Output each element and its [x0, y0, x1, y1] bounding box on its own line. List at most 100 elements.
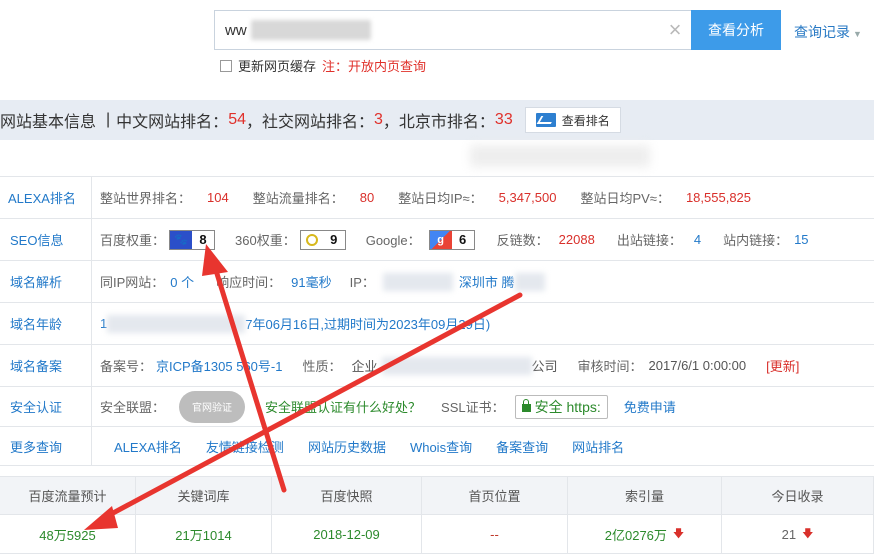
- world-rank-value: 104: [207, 190, 229, 205]
- stats-header-row: 百度流量预计 关键词库 百度快照 首页位置 索引量 今日收录: [0, 476, 874, 514]
- security-row: 安全认证 安全联盟： 官网验证 安全联盟认证有什么好处？ SSL证书： 安全 h…: [0, 386, 874, 426]
- security-label[interactable]: 安全认证: [0, 387, 92, 426]
- snapshot-date-value: 2018-12-09: [272, 515, 422, 553]
- history-label: 查询记录: [794, 24, 850, 40]
- stats-header: 关键词库: [136, 477, 272, 514]
- audit-time-value: 2017/6/1 0:00:00: [648, 358, 747, 373]
- icp-number-value[interactable]: 京ICP备1305 560号-1: [156, 356, 282, 375]
- history-dropdown[interactable]: 查询记录 ▼: [794, 22, 862, 42]
- ssl-text: 安全 https:: [534, 398, 601, 415]
- more-link-whois[interactable]: Whois查询: [410, 437, 472, 456]
- stats-header: 首页位置: [422, 477, 568, 514]
- same-ip-value[interactable]: 0 个: [170, 272, 194, 291]
- homepage-position-value: --: [422, 515, 568, 553]
- traffic-rank-key: 整站流量排名：: [252, 191, 344, 206]
- icp-type-value: 企业: [351, 359, 378, 374]
- dns-row: 域名解析 同IP网站： 0 个 响应时间： 91毫秒 IP： 深圳市 腾: [0, 260, 874, 302]
- redacted-ip: [382, 272, 453, 291]
- baidu-weight-key: 百度权重：: [100, 233, 166, 248]
- daily-ip-key: 整站日均IP≈：: [398, 191, 483, 206]
- redacted-strip: [470, 145, 650, 167]
- ssl-key: SSL证书：: [441, 400, 505, 415]
- response-time-value: 91毫秒: [291, 275, 332, 290]
- union-benefit-link[interactable]: 安全联盟认证有什么好处？: [265, 397, 421, 416]
- cache-checkbox[interactable]: [220, 59, 232, 72]
- paw-icon: 🐾: [170, 230, 193, 249]
- google-badge[interactable]: g6: [428, 229, 475, 250]
- icp-row: 域名备案 备案号： 京ICP备1305 560号-1 性质： 企业 公司 审核时…: [0, 344, 874, 386]
- search-box[interactable]: ×: [214, 10, 692, 50]
- chevron-down-icon: ▼: [853, 29, 862, 39]
- social-rank-label: ，社交网站排名：: [245, 114, 374, 131]
- google-key: Google：: [365, 233, 421, 248]
- baidu-weight-badge[interactable]: 🐾 8: [169, 229, 216, 250]
- ssl-badge[interactable]: 安全 https:: [514, 394, 608, 419]
- arrow-down-icon: 🡇: [672, 527, 685, 540]
- alexa-row: ALEXA排名 整站世界排名： 104 整站流量排名： 80 整站日均IP≈： …: [0, 176, 874, 218]
- alexa-cells: 整站世界排名： 104 整站流量排名： 80 整站日均IP≈： 5,347,50…: [92, 188, 751, 207]
- audit-time-key: 审核时间：: [577, 359, 643, 374]
- weight-360-key: 360权重：: [235, 233, 296, 248]
- seo-cells: 百度权重： 🐾 8 360权重： 9 Google： g6 反链数： 22088 …: [92, 229, 809, 250]
- stats-header: 百度快照: [272, 477, 422, 514]
- cache-note[interactable]: 注：开放内页查询: [322, 56, 426, 75]
- cache-option: 更新网页缓存 注：开放内页查询: [220, 56, 426, 75]
- icp-label[interactable]: 域名备案: [0, 345, 92, 386]
- inlinks-key: 站内链接：: [723, 233, 789, 248]
- inlinks-value[interactable]: 15: [794, 232, 808, 247]
- outlinks-value[interactable]: 4: [694, 232, 701, 247]
- union-seal-text: 官网验证: [192, 403, 233, 414]
- cn-rank-value: 54: [228, 111, 246, 128]
- close-icon[interactable]: ×: [663, 17, 687, 43]
- weight-360-value: 9: [330, 232, 338, 247]
- view-rank-button[interactable]: 查看排名: [524, 107, 621, 133]
- alexa-label[interactable]: ALEXA排名: [0, 177, 92, 218]
- more-link-icp[interactable]: 备案查询: [496, 437, 548, 456]
- more-link-rank[interactable]: 网站排名: [572, 437, 624, 456]
- ip-location[interactable]: 深圳市 腾: [459, 272, 515, 291]
- same-ip-key: 同IP网站：: [100, 275, 165, 290]
- cn-rank-label: 中文网站排名：: [116, 114, 229, 131]
- traffic-rank-value: 80: [359, 190, 375, 205]
- keyword-count-value[interactable]: 21万1014: [136, 515, 272, 553]
- analyze-button[interactable]: 查看分析: [691, 10, 781, 50]
- ip-key: IP：: [349, 275, 375, 290]
- baidu-weight-value: 8: [199, 232, 207, 247]
- view-rank-label: 查看排名: [561, 113, 610, 128]
- weight-360-badge[interactable]: 9: [299, 229, 346, 250]
- seo-label[interactable]: SEO信息: [0, 219, 92, 260]
- more-row: 更多查询 ALEXA排名 友情链接检测 网站历史数据 Whois查询 备案查询 …: [0, 426, 874, 466]
- stats-value-row: 48万5925 21万1014 2018-12-09 -- 2亿0276万 🡇 2…: [0, 514, 874, 554]
- more-link-alexa[interactable]: ALEXA排名: [114, 437, 182, 456]
- more-label[interactable]: 更多查询: [0, 427, 92, 465]
- domain-age-label[interactable]: 域名年龄: [0, 303, 92, 344]
- more-link-history[interactable]: 网站历史数据: [308, 437, 386, 456]
- dns-label[interactable]: 域名解析: [0, 261, 92, 302]
- stats-header: 索引量: [568, 477, 722, 514]
- security-cells: 安全联盟： 官网验证 安全联盟认证有什么好处？ SSL证书： 安全 https:…: [92, 390, 676, 423]
- redacted-age: [107, 314, 246, 333]
- ssl-apply-link[interactable]: 免费申请: [624, 397, 676, 416]
- outlinks-key: 出站链接：: [616, 233, 682, 248]
- today-indexed-value: 21: [781, 526, 797, 542]
- city-rank-label: ，北京市排名：: [382, 114, 495, 131]
- domain-age-text: 7年06月16日,过期时间为2023年09月29日): [245, 317, 491, 332]
- site-info-bar: 网站基本信息 | 中文网站排名： 54 ，社交网站排名： 3 ，北京市排名： 3…: [0, 100, 874, 140]
- more-link-friendlinks[interactable]: 友情链接检测: [206, 437, 284, 456]
- index-count-value: 2亿0276万: [604, 527, 667, 543]
- cache-label: 更新网页缓存: [238, 59, 317, 74]
- chart-icon: [535, 113, 556, 127]
- union-seal-badge[interactable]: 官网验证: [179, 390, 246, 423]
- icp-cells: 备案号： 京ICP备1305 560号-1 性质： 企业 公司 审核时间： 20…: [92, 356, 799, 375]
- domain-age-row: 域名年龄 1 7年06月16日,过期时间为2023年09月29日): [0, 302, 874, 344]
- seo-row: SEO信息 百度权重： 🐾 8 360权重： 9 Google： g6 反链数： …: [0, 218, 874, 260]
- ring-icon: [300, 230, 323, 249]
- update-link[interactable]: [更新]: [766, 356, 799, 375]
- daily-pv-key: 整站日均PV≈：: [580, 191, 670, 206]
- more-links: ALEXA排名 友情链接检测 网站历史数据 Whois查询 备案查询 网站排名: [92, 437, 624, 456]
- dns-cells: 同IP网站： 0 个 响应时间： 91毫秒 IP： 深圳市 腾: [92, 272, 545, 291]
- response-time-key: 响应时间：: [216, 275, 282, 290]
- social-rank-value: 3: [374, 111, 383, 128]
- backlinks-key: 反链数：: [496, 233, 549, 248]
- redacted-company: [381, 356, 532, 375]
